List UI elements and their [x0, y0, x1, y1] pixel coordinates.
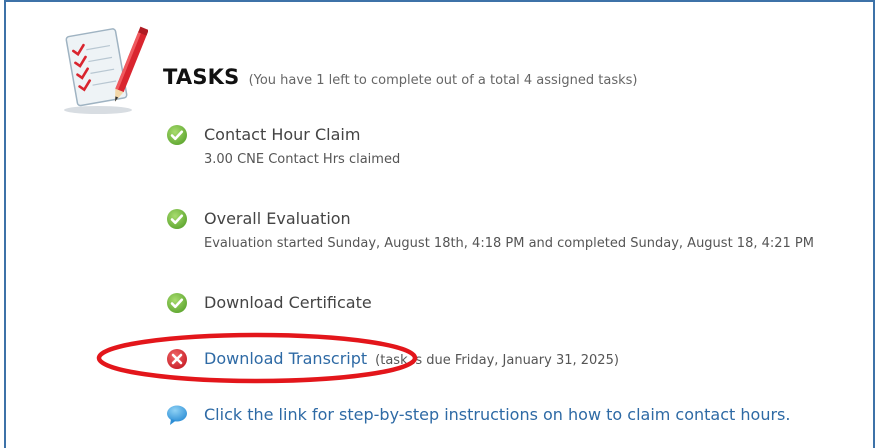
download-transcript-link[interactable]: Download Transcript (task is due Friday, … — [204, 348, 619, 372]
task-detail: 3.00 CNE Contact Hrs claimed — [204, 152, 401, 167]
checklist-clipboard-icon — [64, 26, 148, 114]
tasks-title: TASKS — [163, 65, 240, 89]
download-transcript-link-text[interactable]: Download Transcript — [204, 349, 367, 368]
claim-instructions-link[interactable]: Click the link for step-by-step instruct… — [204, 404, 790, 426]
check-complete-icon — [167, 125, 187, 145]
task-detail: Evaluation started Sunday, August 18th, … — [204, 236, 814, 251]
check-complete-icon — [167, 209, 187, 229]
tasks-summary: (You have 1 left to complete out of a to… — [248, 73, 638, 88]
tasks-panel: TASKS (You have 1 left to complete out o… — [4, 0, 875, 448]
speech-bubble-icon — [167, 405, 187, 425]
task-title: Overall Evaluation — [204, 209, 351, 228]
x-incomplete-icon — [167, 349, 187, 369]
task-due-note: (task is due Friday, January 31, 2025) — [375, 353, 619, 368]
task-title: Contact Hour Claim — [204, 125, 361, 144]
check-complete-icon — [167, 293, 187, 313]
task-title: Download Certificate — [204, 293, 372, 312]
tasks-heading: TASKS (You have 1 left to complete out o… — [163, 65, 637, 89]
